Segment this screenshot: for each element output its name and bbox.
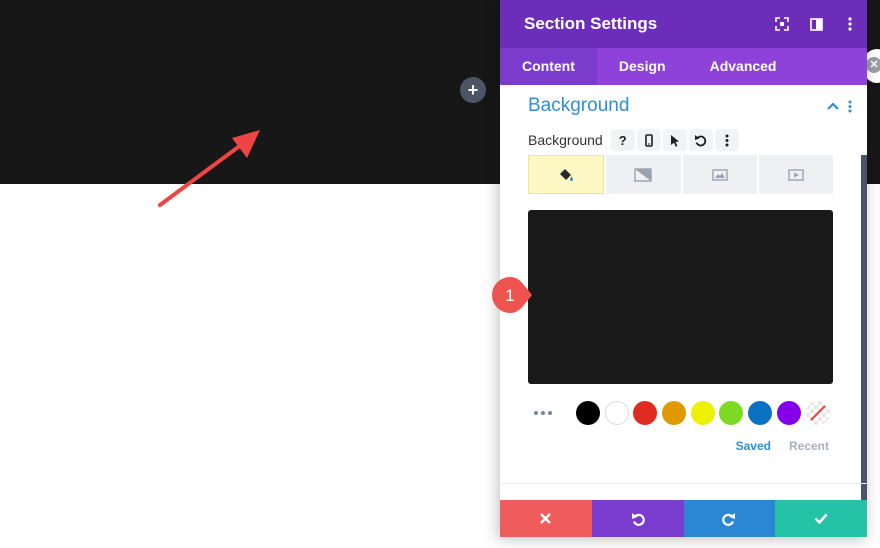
undo-icon <box>631 512 645 526</box>
save-button[interactable] <box>775 500 867 537</box>
swatch-purple[interactable] <box>776 401 801 425</box>
add-row-button[interactable]: + <box>460 77 486 103</box>
video-icon <box>788 168 804 181</box>
background-group-header[interactable]: Background <box>528 91 858 121</box>
background-type-tabs <box>528 155 833 194</box>
palette-tabs: Saved Recent <box>736 439 829 453</box>
checkmark-icon <box>814 513 828 524</box>
tab-bar: Content Design Advanced <box>500 48 867 85</box>
gradient-icon <box>634 167 653 182</box>
expand-icon[interactable] <box>765 0 799 48</box>
saved-tab[interactable]: Saved <box>736 439 771 453</box>
color-preview[interactable] <box>528 210 833 384</box>
tab-content[interactable]: Content <box>500 48 597 85</box>
screen: + ✕ Section Settings Content Design Adva… <box>0 0 880 548</box>
modal-title: Section Settings <box>524 14 658 33</box>
image-icon <box>711 168 728 181</box>
cancel-button[interactable] <box>500 500 592 537</box>
no-color-icon <box>809 405 826 421</box>
tab-advanced[interactable]: Advanced <box>688 48 799 85</box>
paint-bucket-icon <box>560 168 574 181</box>
kebab-menu-icon[interactable] <box>833 0 867 48</box>
tab-design[interactable]: Design <box>597 48 688 85</box>
modal-header: Section Settings <box>500 0 867 48</box>
swatch-black[interactable] <box>576 401 600 425</box>
swatch-blue[interactable] <box>748 401 773 425</box>
close-edge-icon: ✕ <box>866 57 880 73</box>
swatch-orange[interactable] <box>662 401 687 425</box>
group-title: Background <box>528 95 630 116</box>
color-swatches <box>534 400 834 426</box>
settings-body: Background Background ? Saved Recent <box>500 85 867 500</box>
callout-number: 1 <box>505 286 514 305</box>
annotation-arrow-icon <box>158 130 260 207</box>
bg-type-video[interactable] <box>758 155 833 194</box>
recent-tab[interactable]: Recent <box>789 439 829 453</box>
group-kebab-icon[interactable] <box>842 100 858 113</box>
swatch-transparent[interactable] <box>805 401 830 425</box>
callout-badge: 1 <box>492 277 532 313</box>
option-kebab-icon[interactable] <box>714 129 739 151</box>
background-label: Background <box>528 132 603 148</box>
mobile-icon[interactable] <box>636 129 661 151</box>
scrollbar[interactable] <box>861 155 867 500</box>
swatch-green[interactable] <box>719 401 744 425</box>
bg-type-color[interactable] <box>528 155 605 194</box>
close-icon <box>540 513 552 524</box>
split-view-icon[interactable] <box>799 0 833 48</box>
bg-type-image[interactable] <box>682 155 757 194</box>
redo-button[interactable] <box>683 500 776 537</box>
reset-icon[interactable] <box>688 129 713 151</box>
more-colors-icon[interactable] <box>534 411 556 415</box>
divider <box>500 483 867 484</box>
swatch-yellow[interactable] <box>690 401 715 425</box>
modal-footer <box>500 500 867 537</box>
undo-button[interactable] <box>591 500 684 537</box>
help-icon[interactable]: ? <box>610 129 635 151</box>
swatch-red[interactable] <box>633 401 658 425</box>
section-settings-modal: Section Settings Content Design Advanced… <box>500 0 867 537</box>
chevron-up-icon[interactable] <box>824 102 842 110</box>
redo-icon <box>722 512 736 526</box>
bg-type-gradient[interactable] <box>606 155 681 194</box>
swatch-white[interactable] <box>604 401 629 425</box>
background-option-row: Background ? <box>528 129 741 151</box>
hover-cursor-icon[interactable] <box>662 129 687 151</box>
